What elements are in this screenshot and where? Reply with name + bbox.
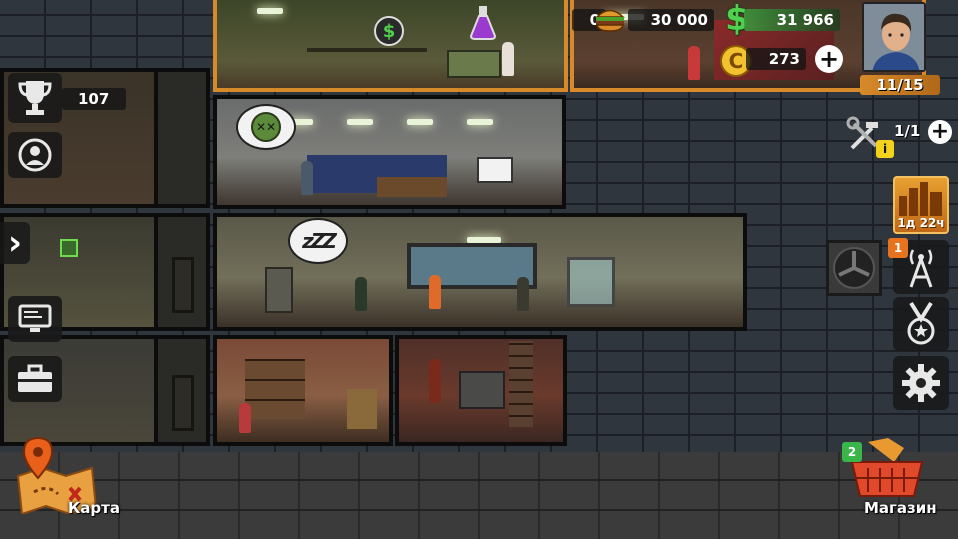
achievements-button[interactable] <box>8 73 62 123</box>
survivor-character[interactable] <box>301 161 313 195</box>
builders-value: 1/1 <box>894 122 921 140</box>
survivor-child[interactable] <box>239 403 251 433</box>
ceiling-lamp <box>347 119 373 125</box>
computer-monitor-icon <box>18 304 52 332</box>
coins-counter: 273 <box>746 48 806 70</box>
wall-vent <box>826 240 882 296</box>
cash-production-icon[interactable]: $ <box>374 16 404 46</box>
ceiling-lamp <box>407 119 433 125</box>
room-door <box>172 375 194 431</box>
survivor-soldier[interactable] <box>355 277 367 311</box>
podium <box>377 177 447 197</box>
trophy-value: 107 <box>78 90 110 108</box>
storage-shelves <box>245 359 305 419</box>
food-value: 30 000 <box>650 11 708 29</box>
food-counter: 30 000 <box>628 9 714 31</box>
medals-button[interactable] <box>893 297 949 351</box>
sick-thought-bubble[interactable]: ✕✕ <box>238 106 294 148</box>
expand-menu-button[interactable]: › <box>0 222 30 264</box>
medal-icon <box>907 301 935 345</box>
sleep-thought-bubble[interactable]: zZZ <box>290 220 346 262</box>
room-gym[interactable] <box>395 335 567 446</box>
projection-screen <box>477 157 513 183</box>
player-avatar[interactable] <box>862 2 926 72</box>
add-builder-button[interactable]: + <box>928 120 952 144</box>
punching-bag <box>429 359 441 403</box>
burger-icon <box>594 6 626 32</box>
survivor-portrait-icon <box>864 4 924 70</box>
city-skyline-icon <box>899 182 942 216</box>
room-laboratory[interactable] <box>213 0 568 92</box>
add-coins-button[interactable]: + <box>815 45 843 73</box>
survivors-button[interactable] <box>8 132 62 178</box>
lab-bench <box>447 50 501 78</box>
survivor-hazmat[interactable] <box>429 275 441 309</box>
shelf <box>307 48 427 52</box>
ladder <box>509 341 533 427</box>
settings-button[interactable] <box>893 356 949 410</box>
flask-icon[interactable] <box>468 4 498 40</box>
plus-icon: + <box>930 119 950 144</box>
survivor-target-icon <box>18 138 52 172</box>
cash-value: 31 966 <box>776 11 834 29</box>
cash-counter: 31 966 <box>744 9 840 31</box>
computer-button[interactable] <box>8 296 62 342</box>
display-case <box>567 257 615 307</box>
inventory-button[interactable] <box>8 356 62 402</box>
plus-icon: + <box>818 45 840 73</box>
radio-notification-badge: 1 <box>888 238 908 258</box>
ceiling-lamp <box>467 119 493 125</box>
survivor-scientist[interactable] <box>502 42 514 76</box>
ground-soil <box>0 452 958 539</box>
radio-badge-value: 1 <box>893 241 903 255</box>
event-button[interactable]: 1д 22ч <box>893 176 949 234</box>
map-label: Карта <box>68 499 120 517</box>
cash-sign-icon <box>60 239 78 257</box>
gear-icon <box>902 364 940 402</box>
sleep-zzz-text: zZZ <box>302 229 337 253</box>
survivor-waitress[interactable] <box>688 46 700 80</box>
coins-value: 273 <box>768 50 800 68</box>
survivors-counter[interactable]: 11/15 <box>860 75 940 95</box>
cash-production-symbol: $ <box>382 20 396 42</box>
info-icon: i <box>876 140 894 158</box>
builders-button[interactable]: i 1/1 + <box>846 116 952 158</box>
chevron-right-icon: › <box>7 223 22 263</box>
survivor-armored[interactable] <box>517 277 529 311</box>
trophy-icon <box>18 81 52 115</box>
storage-boxes <box>347 389 377 429</box>
coin-symbol: C <box>728 49 744 73</box>
sick-face-eyes: ✕✕ <box>255 120 277 134</box>
room-storage[interactable] <box>213 335 393 446</box>
weights-rack <box>459 371 505 409</box>
toolbox-icon <box>18 364 52 392</box>
fan-icon <box>833 247 875 289</box>
event-timer: 1д 22ч <box>897 216 945 230</box>
ceiling-lamp <box>257 8 283 14</box>
sick-face-icon: ✕✕ <box>251 112 281 142</box>
trophy-counter: 107 <box>62 88 126 110</box>
survivors-value: 11/15 <box>876 76 924 94</box>
shop-notification-badge: 2 <box>842 442 862 462</box>
room-door <box>172 257 194 313</box>
shop-label: Магазин <box>864 499 937 517</box>
info-symbol: i <box>882 142 888 156</box>
elevator-shaft <box>154 72 206 204</box>
locker <box>265 267 293 313</box>
shop-badge-value: 2 <box>847 445 857 459</box>
